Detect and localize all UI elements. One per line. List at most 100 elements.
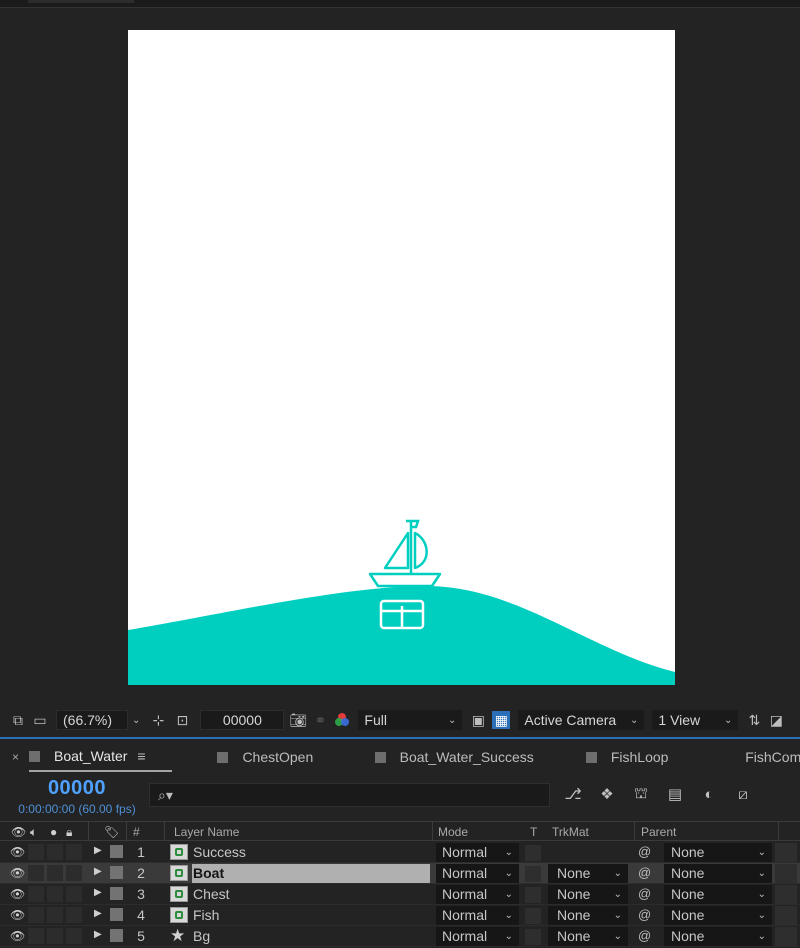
color-channels-icon[interactable] [332,710,352,730]
parent-pick-whip-icon[interactable]: @ [638,865,651,880]
track-matte-dropdown[interactable]: None ⌄ [548,864,628,883]
expand-triangle-icon[interactable]: ▶ [94,845,102,856]
lock-toggle[interactable] [66,886,82,902]
blend-mode-dropdown[interactable]: Normal ⌄ [436,927,519,946]
lock-toggle[interactable] [66,928,82,944]
reset-exposure-icon[interactable]: ◪ [766,710,786,730]
blend-mode-dropdown[interactable]: Normal ⌄ [436,906,519,925]
lock-toggle[interactable] [66,907,82,923]
monitor-icon[interactable]: ▭ [30,710,50,730]
composition-canvas[interactable] [128,30,675,685]
layer-label-color[interactable] [110,845,123,858]
column-number[interactable]: # [133,825,140,839]
layer-name[interactable]: Fish [193,907,431,923]
lock-toggle[interactable] [66,844,82,860]
close-tab-icon[interactable]: × [12,750,19,764]
visibility-eye-icon[interactable]: 👁︎ [10,845,25,859]
zoom-dropdown[interactable]: (66.7%) [56,710,128,730]
graph-editor-icon[interactable]: ⧄ [732,783,754,805]
track-matte-dropdown[interactable]: None ⌄ [548,885,628,904]
column-t[interactable]: T [530,825,537,839]
parent-dropdown[interactable]: None ⌄ [664,927,772,946]
expand-triangle-icon[interactable]: ▶ [94,908,102,919]
solo-dot-icon[interactable]: ● [50,825,57,839]
audio-toggle[interactable] [28,865,44,881]
parent-pick-whip-icon[interactable]: @ [638,844,651,859]
tab-boat-water-success[interactable]: Boat_Water_Success [374,742,586,772]
layer-name[interactable]: Boat [192,864,430,883]
preserve-transparency-toggle[interactable] [525,908,541,924]
tab-chestopen[interactable]: ChestOpen [217,742,374,772]
transparency-grid-icon[interactable]: ⊡ [172,710,192,730]
blend-mode-dropdown[interactable]: Normal ⌄ [436,864,519,883]
layer-row-success[interactable]: 👁︎ ▶ 1 Success Normal ⌄ @ None ⌄ [0,842,800,863]
track-matte-dropdown[interactable]: None ⌄ [548,927,628,946]
parent-dropdown[interactable]: None ⌄ [664,864,772,883]
lock-icon[interactable]: 🔒︎ [66,825,72,840]
fast-previews-icon[interactable]: ▣ [468,710,488,730]
preserve-transparency-toggle[interactable] [525,929,541,945]
parent-pick-whip-icon[interactable]: @ [638,886,651,901]
layer-label-color[interactable] [110,866,123,879]
always-preview-icon[interactable]: ⧉ [8,710,28,730]
expand-triangle-icon[interactable]: ▶ [94,887,102,898]
tab-fishloop[interactable]: FishLoop [585,742,731,772]
region-of-interest-icon[interactable]: ⊹ [148,710,168,730]
parent-pick-whip-icon[interactable]: @ [638,928,651,943]
layer-name[interactable]: Chest [193,886,431,902]
draft-3d-icon[interactable]: ❖ [596,783,618,805]
current-frame-field[interactable]: 00000 [200,710,285,730]
view-layout-dropdown[interactable]: 1 View ⌄ [652,710,739,730]
show-snapshot-icon[interactable]: ⚭ [310,710,330,730]
zoom-chevron-down-icon[interactable]: ⌄ [132,715,140,726]
layer-label-color[interactable] [110,929,123,942]
track-matte-dropdown[interactable]: None ⌄ [548,906,628,925]
preserve-transparency-toggle[interactable] [525,887,541,903]
solo-toggle[interactable] [47,886,63,902]
layer-search-input[interactable]: ⌕▾ [149,783,550,807]
preserve-transparency-toggle[interactable] [525,866,541,882]
tab-fishcomp[interactable]: FishComp [731,742,800,772]
audio-toggle[interactable] [28,928,44,944]
parent-dropdown[interactable]: None ⌄ [664,885,772,904]
timecode[interactable]: 00000 [16,777,138,800]
expand-triangle-icon[interactable]: ▶ [94,866,102,877]
column-mode[interactable]: Mode [438,825,468,839]
layer-row-boat[interactable]: 👁︎ ▶ 2 Boat Normal ⌄ None ⌄ @ None ⌄ [0,863,800,884]
current-time-display[interactable]: 00000 0:00:00:00 (60.00 fps) [16,777,138,816]
column-trkmat[interactable]: TrkMat [552,825,589,839]
audio-toggle[interactable] [28,844,44,860]
panel-menu-icon[interactable]: ≡ [137,748,145,764]
audio-toggle[interactable] [28,907,44,923]
parent-dropdown[interactable]: None ⌄ [664,906,772,925]
layer-row-bg[interactable]: 👁︎ ▶ 5 ★ Bg Normal ⌄ None ⌄ @ None ⌄ [0,926,800,947]
motion-blur-icon[interactable]: ◐ [698,783,720,805]
preserve-transparency-toggle[interactable] [525,845,541,861]
layer-label-color[interactable] [110,908,123,921]
blend-mode-dropdown[interactable]: Normal ⌄ [436,885,519,904]
visibility-eye-icon[interactable]: 👁︎ [10,866,25,880]
tab-boat-water[interactable]: Boat_Water ≡ [29,742,173,772]
solo-toggle[interactable] [47,928,63,944]
audio-toggle[interactable] [28,886,44,902]
layer-name[interactable]: Bg [193,928,431,944]
parent-pick-whip-icon[interactable]: @ [638,907,651,922]
parent-dropdown[interactable]: None ⌄ [664,843,772,862]
camera-dropdown[interactable]: Active Camera ⌄ [518,710,645,730]
frame-blending-icon[interactable]: ▤ [664,783,686,805]
column-layer-name[interactable]: Layer Name [174,825,239,839]
composition-flowchart-icon[interactable]: ⎇ [562,783,584,805]
layer-name[interactable]: Success [193,844,431,860]
column-parent[interactable]: Parent [641,825,676,839]
visibility-eye-icon[interactable]: 👁︎ [10,887,25,901]
resolution-dropdown[interactable]: Full ⌄ [358,710,463,730]
video-eye-icon[interactable]: 👁︎ [11,825,26,839]
solo-toggle[interactable] [47,844,63,860]
solo-toggle[interactable] [47,865,63,881]
layer-label-color[interactable] [110,887,123,900]
lock-toggle[interactable] [66,865,82,881]
layer-row-fish[interactable]: 👁︎ ▶ 4 Fish Normal ⌄ None ⌄ @ None ⌄ [0,905,800,926]
hide-shy-layers-icon[interactable]: ⛫ [630,783,652,805]
layer-row-chest[interactable]: 👁︎ ▶ 3 Chest Normal ⌄ None ⌄ @ None ⌄ [0,884,800,905]
visibility-eye-icon[interactable]: 👁︎ [10,929,25,943]
